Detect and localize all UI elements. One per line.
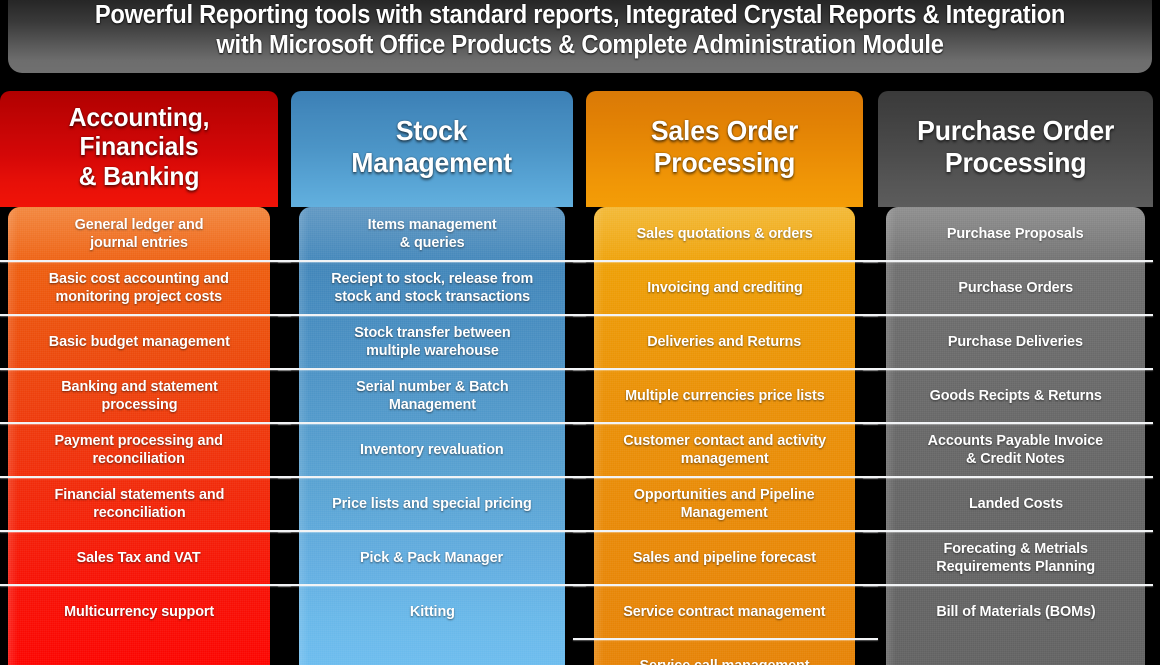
feature-item-label: Basic cost accounting and monitoring pro… [48, 270, 230, 305]
feature-list-purchase: Purchase Proposals Purchase Orders Purch… [886, 207, 1145, 665]
feature-item[interactable]: Purchase Deliveries [886, 315, 1145, 369]
column-header-purchase: Purchase Order Processing [878, 91, 1153, 207]
feature-item[interactable]: Purchase Proposals [886, 207, 1145, 261]
column-panel-purchase: Purchase Proposals Purchase Orders Purch… [886, 207, 1145, 665]
feature-item[interactable]: Customer contact and activity management [594, 423, 855, 477]
header-banner-text: Powerful Reporting tools with standard r… [94, 1, 1066, 60]
feature-item-label: Stock transfer between multiple warehous… [353, 324, 511, 359]
feature-item-label: Sales Tax and VAT [76, 549, 202, 567]
feature-item[interactable]: Reciept to stock, release from stock and… [299, 261, 565, 315]
header-banner: Powerful Reporting tools with standard r… [8, 0, 1152, 73]
column-title-accounting: Accounting, Financials & Banking [68, 101, 210, 191]
column-header-sales: Sales Order Processing [586, 91, 863, 207]
feature-item-label: Bill of Materials (BOMs) [935, 603, 1096, 621]
feature-item-label: Price lists and special pricing [332, 495, 532, 513]
feature-item[interactable]: Items management & queries [299, 207, 565, 261]
feature-item-label: Kitting [409, 603, 455, 621]
feature-item[interactable]: General ledger and journal entries [8, 207, 270, 261]
feature-item[interactable]: Service contract management [594, 585, 855, 639]
feature-item[interactable]: Basic budget management [8, 315, 270, 369]
feature-item-label: Serial number & Batch Management [355, 378, 509, 413]
column-header-stock: Stock Management [291, 91, 573, 207]
feature-item[interactable]: Purchase Orders [886, 261, 1145, 315]
feature-item[interactable]: Invoicing and crediting [594, 261, 855, 315]
feature-item[interactable]: Banking and statement processing [8, 369, 270, 423]
feature-item-label: Reciept to stock, release from stock and… [330, 270, 533, 305]
feature-item[interactable]: Serial number & Batch Management [299, 369, 565, 423]
feature-item[interactable]: Landed Costs [886, 477, 1145, 531]
column-header-accounting: Accounting, Financials & Banking [0, 91, 278, 207]
feature-item[interactable]: Accounts Payable Invoice & Credit Notes [886, 423, 1145, 477]
feature-item-label: Purchase Deliveries [947, 333, 1084, 351]
feature-item-label: Landed Costs [968, 495, 1063, 513]
column-title-sales: Sales Order Processing [650, 115, 799, 178]
feature-item-label: Multicurrency support [64, 603, 214, 621]
feature-column-purchase-order-processing[interactable]: Purchase Order Processing Purchase Propo… [878, 91, 1153, 665]
feature-list-sales: Sales quotations & orders Invoicing and … [594, 207, 855, 665]
feature-item-label: Deliveries and Returns [647, 333, 802, 351]
feature-item[interactable]: Bill of Materials (BOMs) [886, 585, 1145, 639]
feature-item[interactable]: Sales Tax and VAT [8, 531, 270, 585]
feature-item-label: Items management & queries [367, 216, 497, 251]
feature-item-label: Purchase Orders [958, 279, 1073, 297]
feature-item[interactable]: Financial statements and reconciliation [8, 477, 270, 531]
column-title-stock: Stock Management [351, 115, 513, 178]
feature-item[interactable]: Goods Recipts & Returns [886, 369, 1145, 423]
feature-item[interactable]: Opportunities and Pipeline Management [594, 477, 855, 531]
feature-item[interactable]: Multiple currencies price lists [594, 369, 855, 423]
feature-column-sales-order-processing[interactable]: Sales Order Processing Sales quotations … [586, 91, 863, 665]
feature-item-label: Banking and statement processing [60, 378, 218, 413]
feature-item[interactable]: Payment processing and reconciliation [8, 423, 270, 477]
feature-item-label: Invoicing and crediting [646, 279, 803, 297]
feature-item[interactable]: Price lists and special pricing [299, 477, 565, 531]
feature-column-accounting-financials-banking[interactable]: Accounting, Financials & Banking General… [0, 91, 278, 665]
feature-item[interactable]: Service call management [594, 639, 855, 665]
feature-item-label: Customer contact and activity management [623, 432, 826, 467]
feature-item-label: Payment processing and reconciliation [54, 432, 224, 467]
feature-item[interactable]: Sales quotations & orders [594, 207, 855, 261]
feature-item-label: Goods Recipts & Returns [929, 387, 1102, 405]
feature-item-label: Pick & Pack Manager [360, 549, 504, 567]
feature-columns: Accounting, Financials & Banking General… [0, 91, 1160, 665]
feature-item[interactable]: Stock transfer between multiple warehous… [299, 315, 565, 369]
feature-item-label: Opportunities and Pipeline Management [634, 486, 815, 521]
column-title-purchase: Purchase Order Processing [917, 115, 1114, 178]
column-panel-accounting: General ledger and journal entries Basic… [8, 207, 270, 665]
feature-item[interactable]: Basic cost accounting and monitoring pro… [8, 261, 270, 315]
feature-item-label: Forecating & Metrials Requirements Plann… [936, 540, 1095, 575]
feature-item[interactable]: Multicurrency support [8, 585, 270, 639]
feature-item-label: Accounts Payable Invoice & Credit Notes [927, 432, 1104, 467]
feature-item[interactable]: Pick & Pack Manager [299, 531, 565, 585]
feature-item-label: Sales quotations & orders [636, 225, 813, 243]
feature-item-label: Inventory revaluation [360, 441, 504, 459]
feature-item[interactable]: Forecating & Metrials Requirements Plann… [886, 531, 1145, 585]
feature-item[interactable]: Sales and pipeline forecast [594, 531, 855, 585]
feature-item-label: Service call management [640, 657, 810, 665]
feature-list-accounting: General ledger and journal entries Basic… [8, 207, 270, 665]
column-panel-sales: Sales quotations & orders Invoicing and … [594, 207, 855, 665]
feature-item-label: Service contract management [623, 603, 826, 621]
feature-item-label: General ledger and journal entries [74, 216, 204, 251]
feature-item[interactable]: Kitting [299, 585, 565, 639]
feature-list-stock: Items management & queries Reciept to st… [299, 207, 565, 665]
feature-item-label: Basic budget management [48, 333, 230, 351]
column-panel-stock: Items management & queries Reciept to st… [299, 207, 565, 665]
feature-comparison-diagram: Powerful Reporting tools with standard r… [0, 0, 1160, 665]
feature-item-label: Multiple currencies price lists [624, 387, 825, 405]
feature-item-label: Financial statements and reconciliation [54, 486, 224, 521]
feature-item[interactable]: Inventory revaluation [299, 423, 565, 477]
feature-item-label: Sales and pipeline forecast [632, 549, 817, 567]
feature-item[interactable]: Deliveries and Returns [594, 315, 855, 369]
feature-column-stock-management[interactable]: Stock Management Items management & quer… [291, 91, 573, 665]
feature-item-label: Purchase Proposals [947, 225, 1084, 243]
